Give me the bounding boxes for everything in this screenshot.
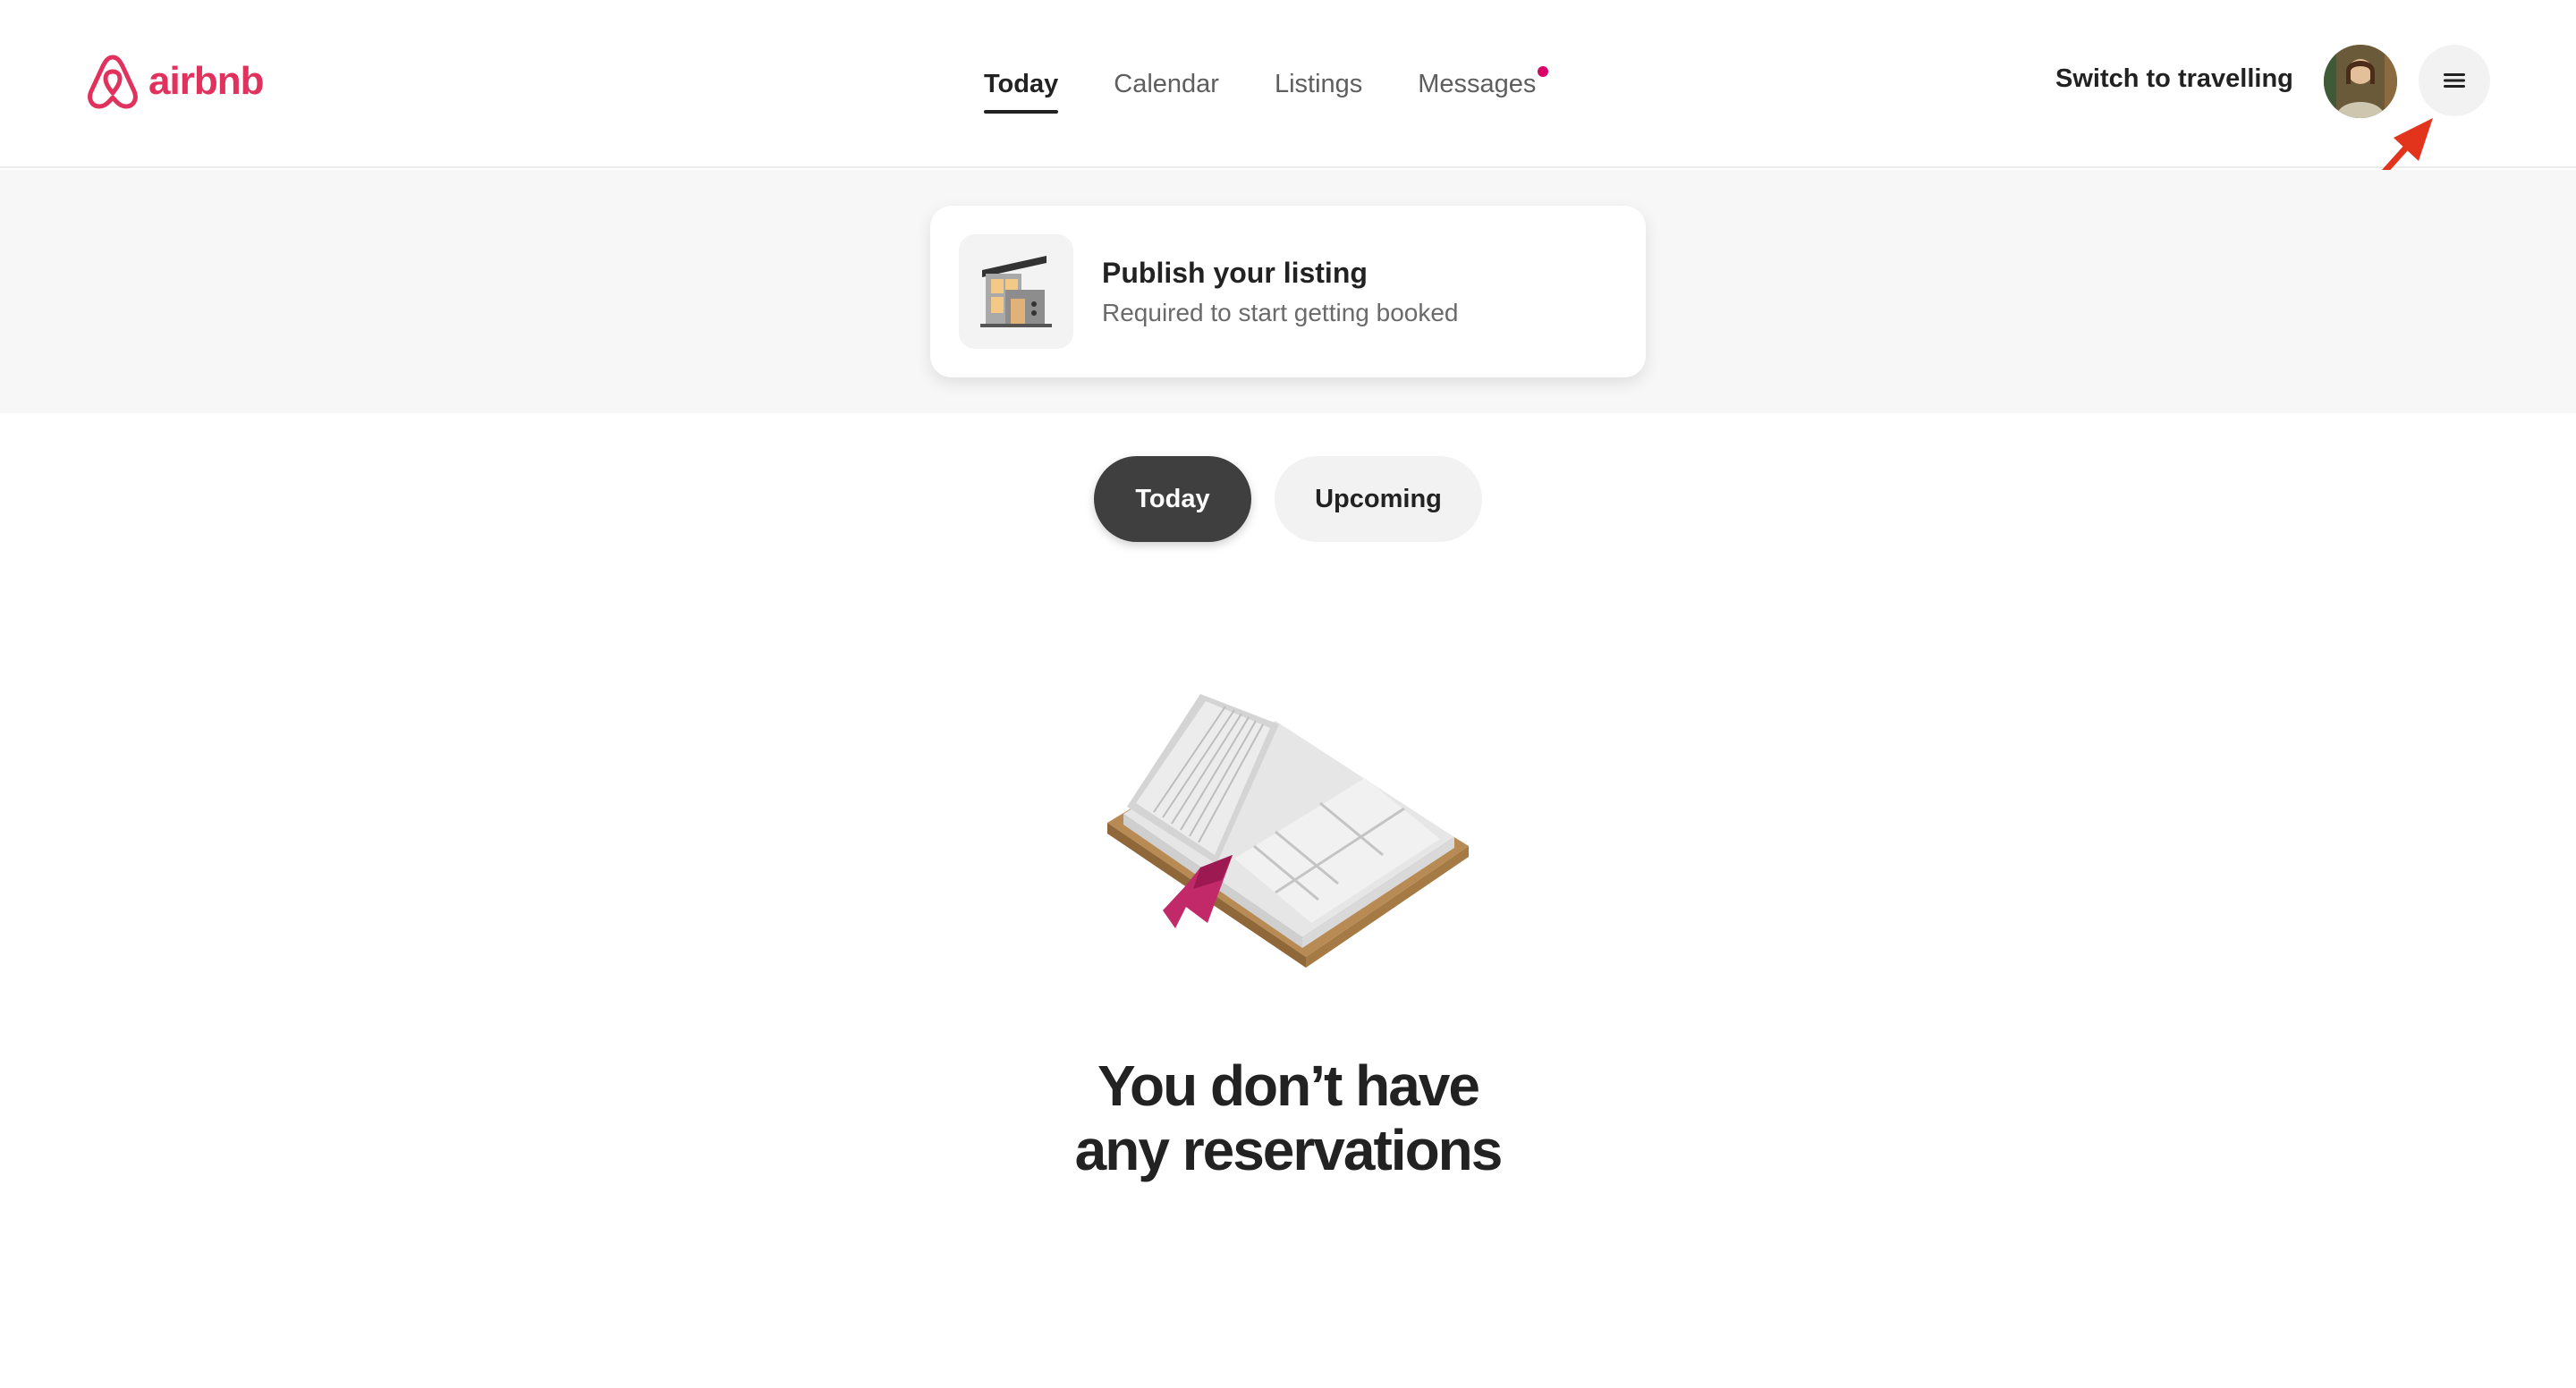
tab-upcoming[interactable]: Upcoming xyxy=(1275,456,1482,542)
tab-today[interactable]: Today xyxy=(1094,456,1251,542)
open-book-icon xyxy=(1107,694,1469,968)
logo-wordmark: airbnb xyxy=(148,59,264,103)
nav-item-calendar[interactable]: Calendar xyxy=(1114,61,1219,108)
publish-title: Publish your listing xyxy=(1102,256,1368,289)
publish-subtitle: Required to start getting booked xyxy=(1102,298,1459,326)
main-nav: Today Calendar Listings Messages xyxy=(984,0,1549,168)
nav-item-today[interactable]: Today xyxy=(984,61,1059,114)
airbnb-logo-icon xyxy=(88,55,138,109)
avatar-photo-icon xyxy=(2324,45,2397,118)
empty-state-message: You don’t have any reservations xyxy=(930,1054,1646,1182)
publish-text: Publish your listing Required to start g… xyxy=(1102,257,1458,327)
publish-listing-card[interactable]: Publish your listing Required to start g… xyxy=(930,206,1646,377)
house-icon xyxy=(968,243,1064,340)
top-header: airbnb Today Calendar Listings Messages … xyxy=(0,0,2576,168)
nav-item-listings[interactable]: Listings xyxy=(1275,61,1362,108)
nav-item-messages[interactable]: Messages xyxy=(1418,61,1549,108)
switch-to-travelling-link[interactable]: Switch to travelling xyxy=(2055,64,2293,94)
airbnb-logo[interactable]: airbnb xyxy=(84,52,264,111)
hamburger-menu-icon xyxy=(2444,73,2465,88)
hamburger-menu-button[interactable] xyxy=(2419,45,2490,116)
publish-thumb xyxy=(959,234,1073,349)
empty-state-line2: any reservations xyxy=(1074,1118,1504,1182)
unread-dot xyxy=(1538,65,1549,77)
user-avatar[interactable] xyxy=(2324,45,2397,118)
empty-state-line1: You don’t have xyxy=(1097,1054,1480,1118)
reservation-tabs: Today Upcoming xyxy=(1094,456,1482,542)
nav-item-messages-label: Messages xyxy=(1418,69,1537,98)
